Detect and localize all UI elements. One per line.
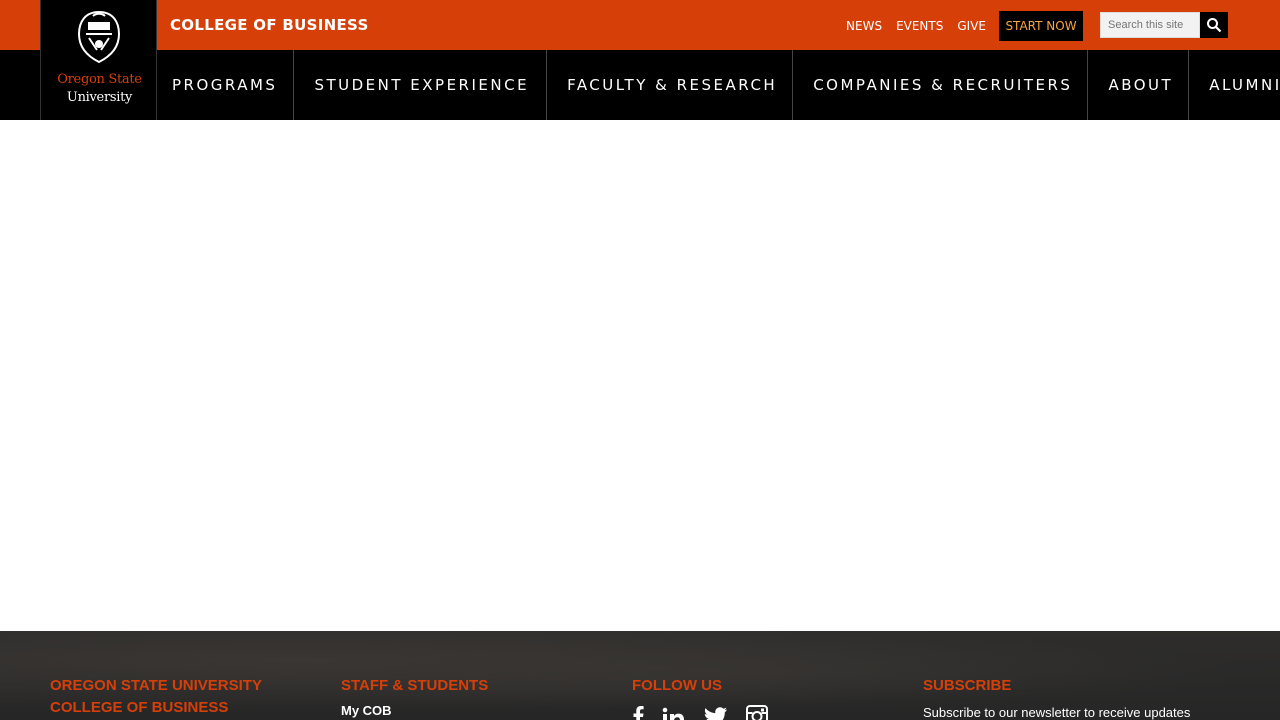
logo-text-oregon-state: Oregon State xyxy=(57,72,142,87)
main-nav: PROGRAMS STUDENT EXPERIENCE FACULTY & RE… xyxy=(156,50,1280,120)
search-button[interactable] xyxy=(1200,12,1228,38)
footer-follow-heading: FOLLOW US xyxy=(632,677,722,694)
social-links xyxy=(632,705,768,720)
footer-my-cob-link[interactable]: My COB xyxy=(341,703,488,718)
facebook-icon[interactable] xyxy=(632,705,644,720)
instagram-icon[interactable] xyxy=(746,705,768,720)
nav-student-experience[interactable]: STUDENT EXPERIENCE xyxy=(294,50,548,120)
top-bar: COLLEGE OF BUSINESS NEWS EVENTS GIVE STA… xyxy=(0,0,1280,50)
footer-col-university: OREGON STATE UNIVERSITY COLLEGE OF BUSIN… xyxy=(50,675,262,719)
footer-university-name: OREGON STATE UNIVERSITY xyxy=(50,677,262,694)
osu-seal-icon xyxy=(77,10,121,64)
footer-subscribe-text: Subscribe to our newsletter to receive u… xyxy=(923,705,1191,720)
osu-logo[interactable]: Oregon State University xyxy=(40,0,157,120)
nav-programs[interactable]: PROGRAMS xyxy=(156,50,295,120)
footer-college-name: COLLEGE OF BUSINESS xyxy=(50,699,229,716)
logo-text-university: University xyxy=(66,90,133,105)
nav-companies-recruiters[interactable]: COMPANIES & RECRUITERS xyxy=(793,50,1089,120)
nav-about[interactable]: ABOUT xyxy=(1088,50,1190,120)
college-title[interactable]: COLLEGE OF BUSINESS xyxy=(170,16,369,34)
give-link[interactable]: GIVE xyxy=(957,19,986,33)
nav-alumni[interactable]: ALUMNI xyxy=(1189,50,1280,120)
utility-links: NEWS EVENTS GIVE xyxy=(846,19,986,33)
search-icon xyxy=(1207,18,1222,33)
footer-subscribe-heading: SUBSCRIBE xyxy=(923,677,1012,694)
footer-col-subscribe: SUBSCRIBE Subscribe to our newsletter to… xyxy=(923,675,1190,720)
footer-col-follow: FOLLOW US xyxy=(632,675,768,720)
footer-staff-students-heading: STAFF & STUDENTS xyxy=(341,677,489,694)
events-link[interactable]: EVENTS xyxy=(896,19,943,33)
start-now-button[interactable]: START NOW xyxy=(999,11,1083,41)
footer-col-staff-students: STAFF & STUDENTS My COB xyxy=(341,675,488,718)
linkedin-icon[interactable] xyxy=(662,707,686,720)
nav-faculty-research[interactable]: FACULTY & RESEARCH xyxy=(547,50,794,120)
search-input[interactable] xyxy=(1100,12,1200,38)
news-link[interactable]: NEWS xyxy=(846,19,882,33)
footer: OREGON STATE UNIVERSITY COLLEGE OF BUSIN… xyxy=(0,631,1280,720)
twitter-icon[interactable] xyxy=(704,707,728,720)
